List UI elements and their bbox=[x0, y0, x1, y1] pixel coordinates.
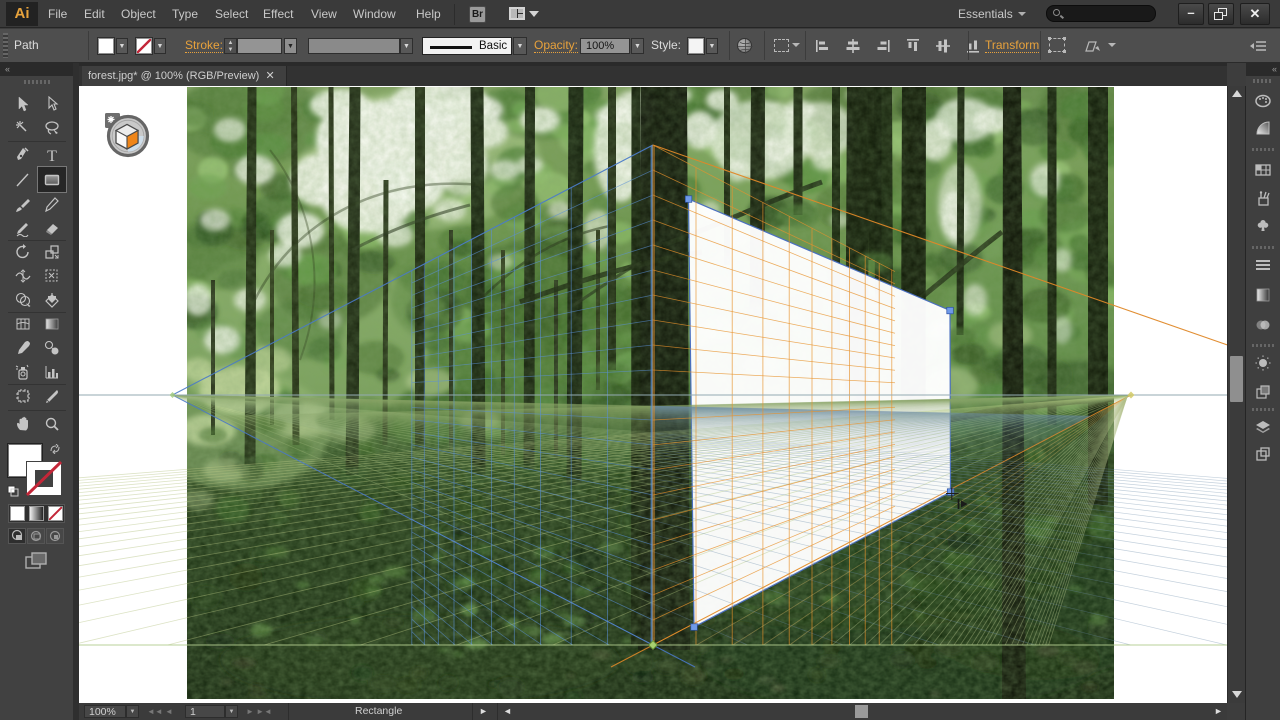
svg-text:T: T bbox=[47, 148, 57, 163]
